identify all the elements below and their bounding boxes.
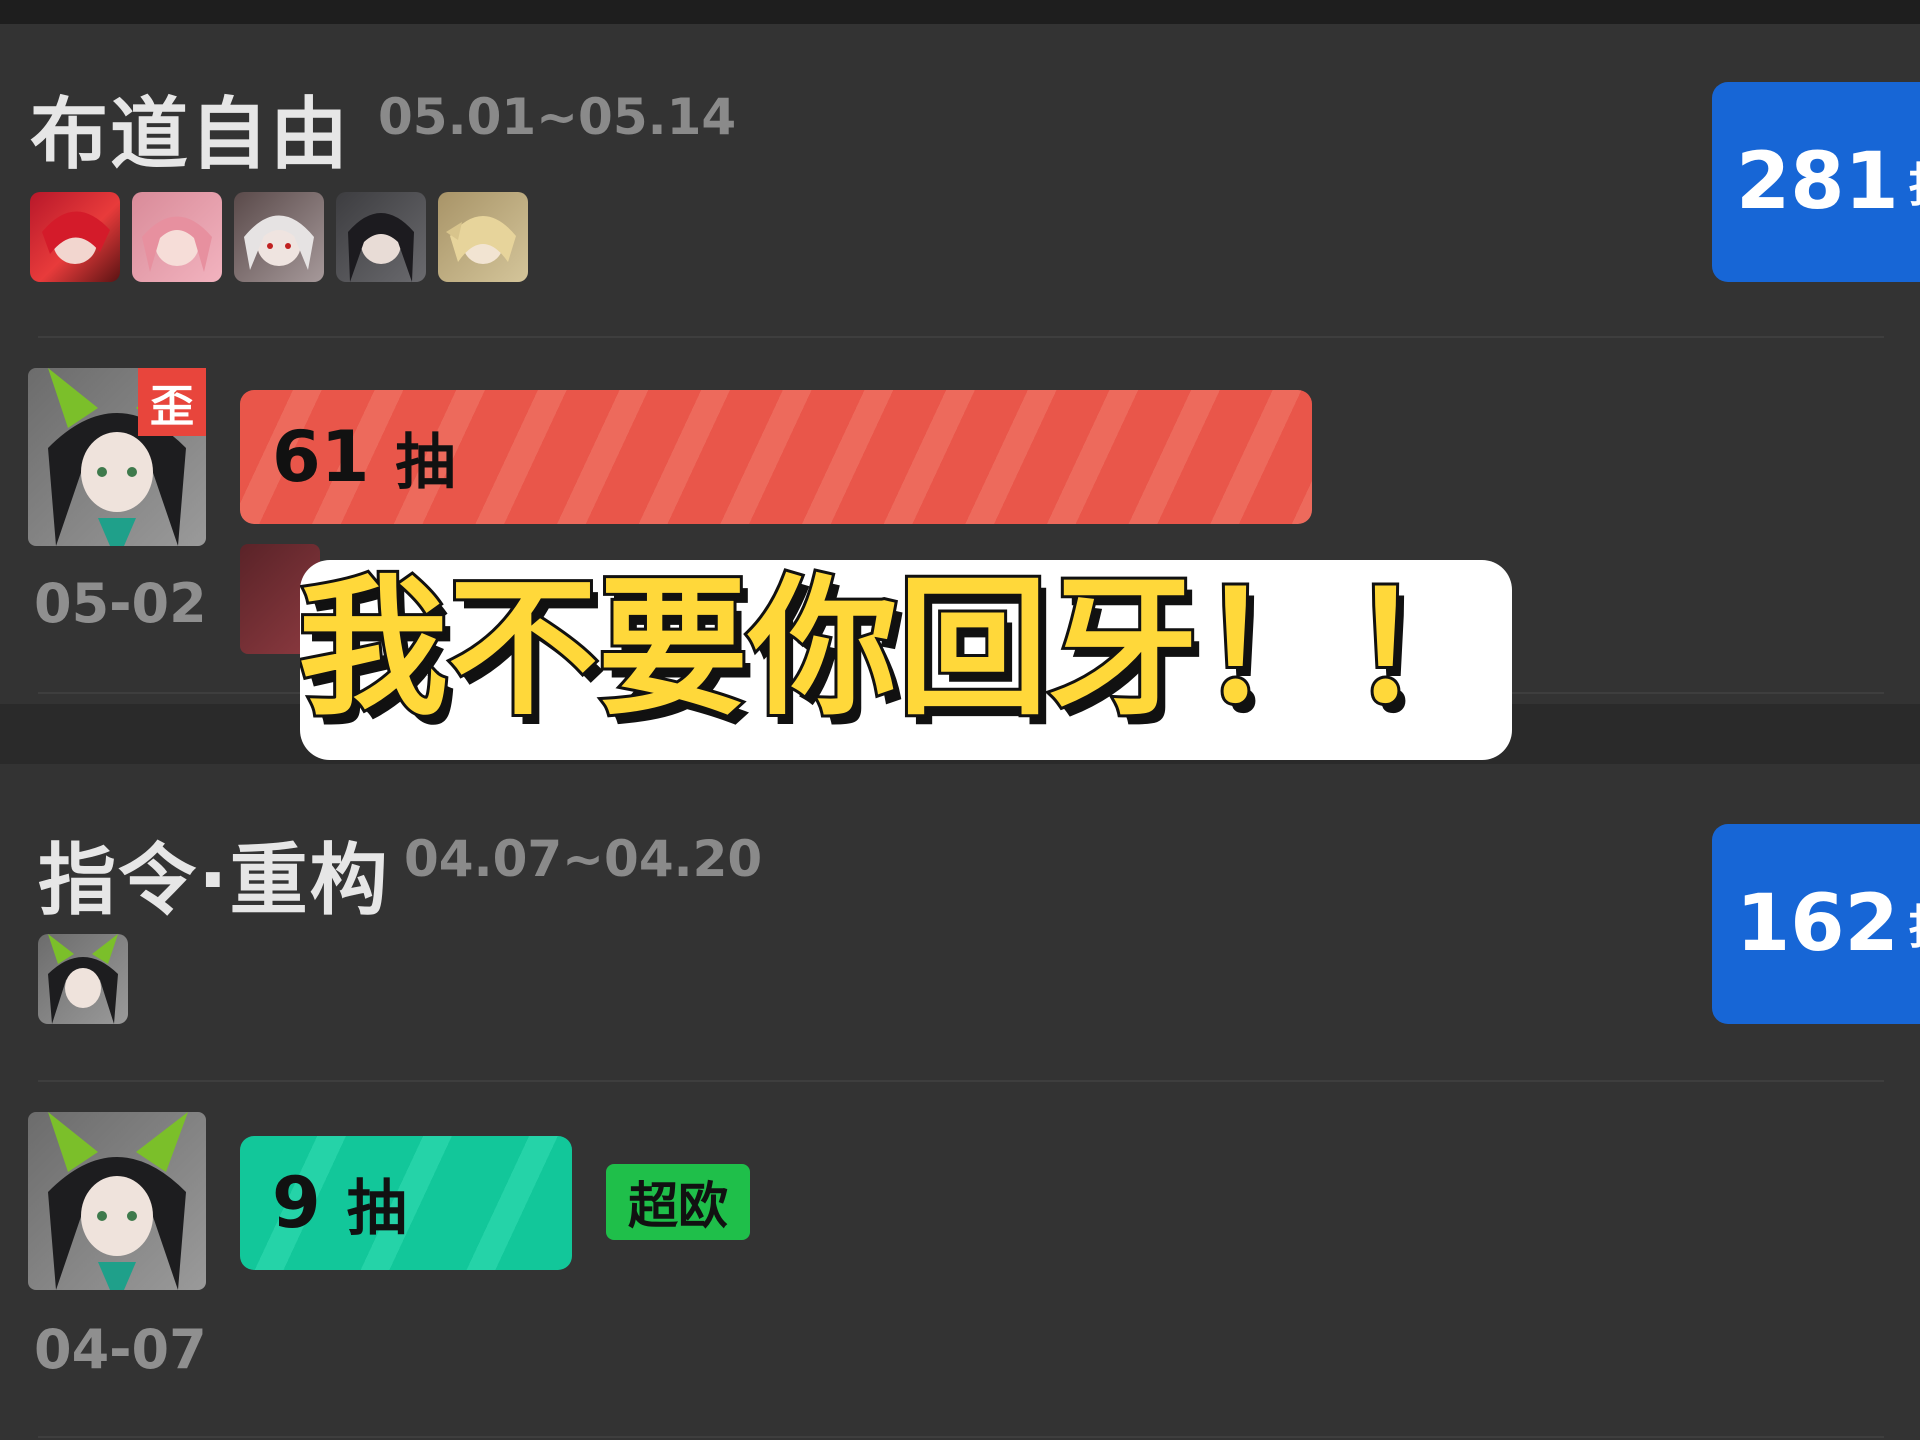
banner-dates: 04.07~04.20 xyxy=(404,830,763,888)
pull-unit: 抽 xyxy=(395,427,456,498)
operator-avatar[interactable] xyxy=(132,192,222,282)
divider xyxy=(38,1080,1884,1082)
banner-dates: 05.01~05.14 xyxy=(378,88,737,146)
blonde-operator-portrait xyxy=(446,216,516,264)
caption-text: 我不要你回牙！！ xyxy=(300,562,1498,736)
pull-date: 05-02 xyxy=(34,572,207,635)
pulled-operator-avatar[interactable] xyxy=(28,1112,206,1290)
top-edge xyxy=(0,0,1920,26)
banner-title: 指令·重构 xyxy=(38,836,390,926)
pull-date: 04-07 xyxy=(34,1318,207,1381)
overlay-caption: 我不要你回牙！！ 我不要你回牙！！ xyxy=(300,560,1512,760)
operator-avatar[interactable] xyxy=(30,192,120,282)
lucky-tag: 超欧 xyxy=(606,1164,750,1240)
total-pulls-badge: 281 抽 xyxy=(1712,82,1920,282)
operator-avatar[interactable] xyxy=(336,192,426,282)
pull-count-bar: 61 抽 xyxy=(240,390,1312,524)
red-hair-operator-portrait xyxy=(42,211,110,264)
white-hair-operator-portrait xyxy=(244,215,314,270)
green-eared-operator-portrait xyxy=(48,1112,188,1290)
divider xyxy=(38,1436,1884,1438)
dark-hair-operator-portrait xyxy=(348,213,414,282)
green-eared-operator-portrait xyxy=(48,934,118,1024)
total-pulls-badge: 162 抽 xyxy=(1712,824,1920,1024)
off-rate-tag: 歪 xyxy=(138,368,206,436)
pull-count: 61 xyxy=(272,416,370,498)
divider xyxy=(38,336,1884,338)
pull-count-bar: 9 抽 xyxy=(240,1136,572,1270)
banner-title: 布道自由 xyxy=(30,90,351,180)
operator-avatar[interactable] xyxy=(438,192,528,282)
pull-unit: 抽 xyxy=(346,1173,407,1244)
operator-avatar[interactable] xyxy=(38,934,128,1024)
operator-avatar[interactable] xyxy=(234,192,324,282)
total-pulls-unit: 抽 xyxy=(1909,149,1920,215)
pink-hair-operator-portrait xyxy=(142,216,212,272)
total-pulls-count: 162 xyxy=(1736,879,1899,969)
total-pulls-unit: 抽 xyxy=(1909,891,1920,957)
total-pulls-count: 281 xyxy=(1736,137,1899,227)
pull-count: 9 xyxy=(272,1162,321,1244)
